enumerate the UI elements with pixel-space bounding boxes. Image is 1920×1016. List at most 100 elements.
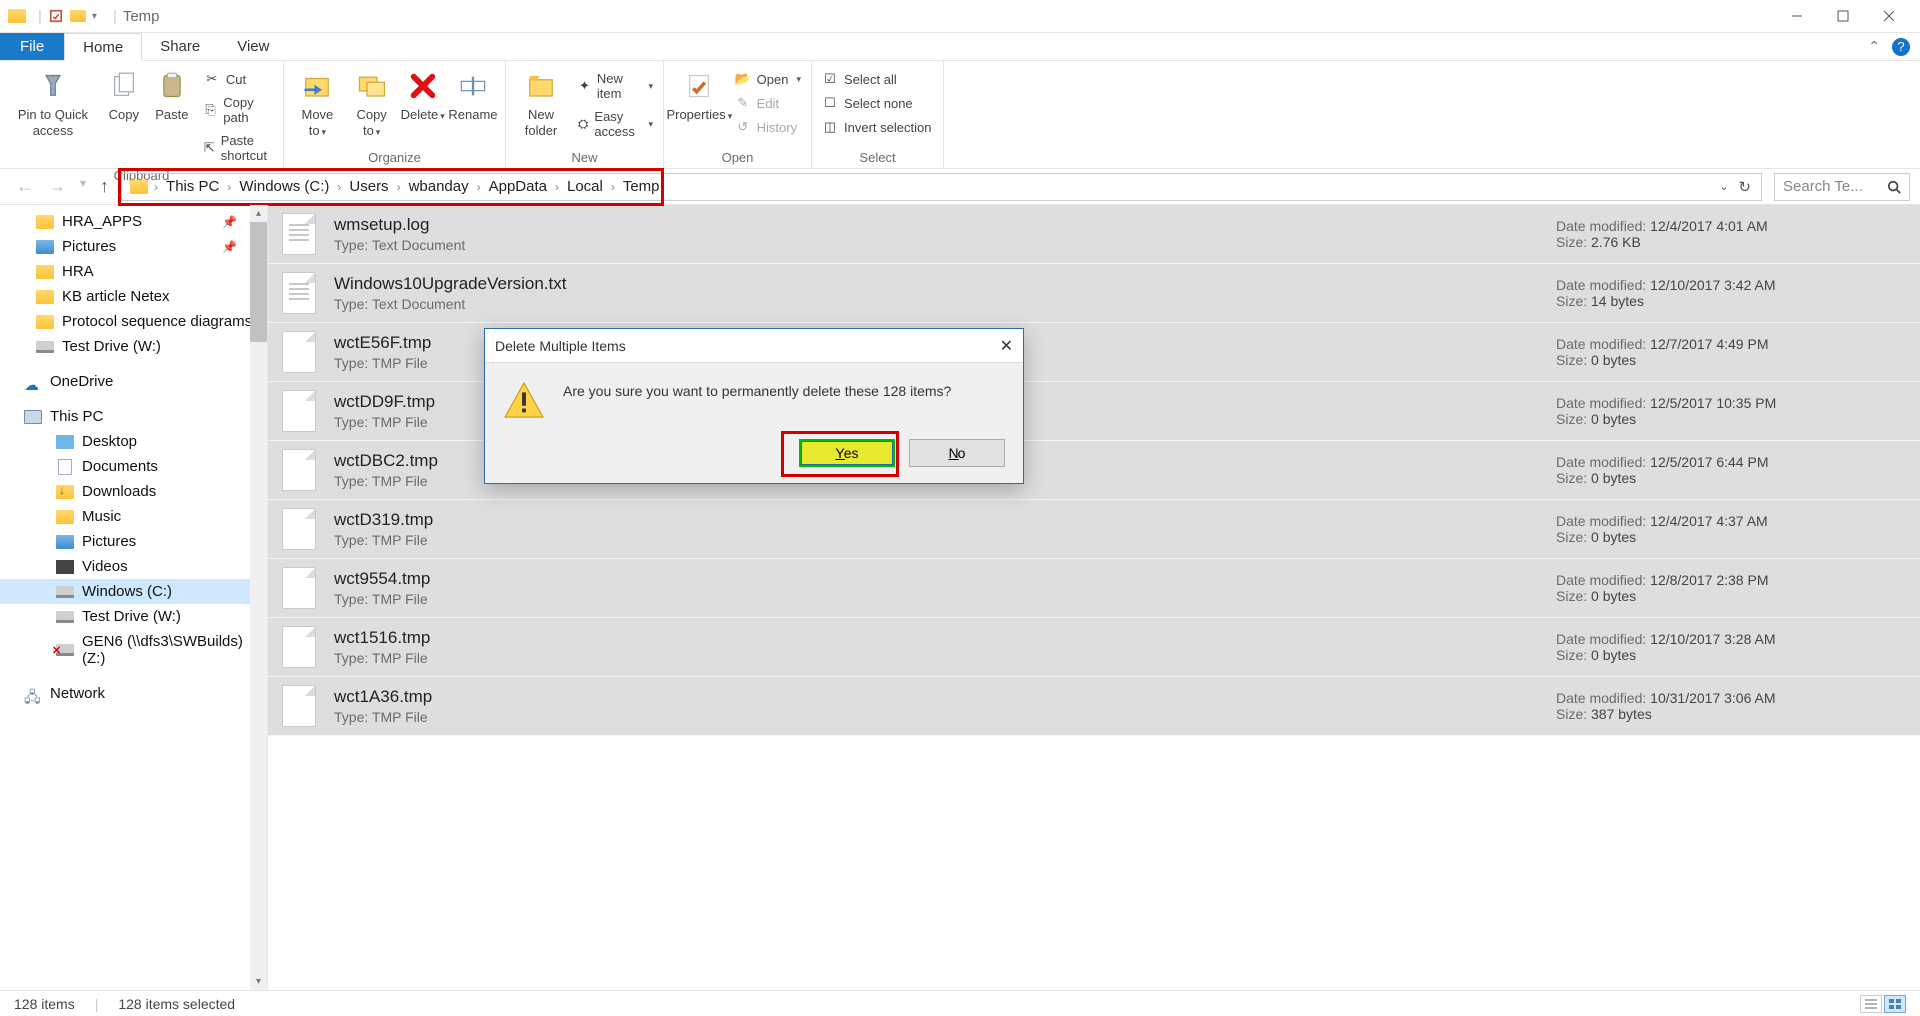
paste-icon: [155, 69, 189, 103]
copy-to-button[interactable]: Copy to▾: [345, 69, 399, 138]
paste-shortcut-button[interactable]: ⇱Paste shortcut: [200, 131, 277, 165]
view-tab[interactable]: View: [219, 33, 288, 60]
address-dropdown-icon[interactable]: ⌄: [1719, 180, 1728, 193]
tree-item[interactable]: Pictures: [0, 529, 267, 554]
chevron-right-icon[interactable]: ›: [609, 180, 617, 194]
nav-up-button[interactable]: ↑: [100, 176, 109, 197]
file-row[interactable]: wctD319.tmp Type: TMP File Date modified…: [268, 500, 1920, 559]
qat-properties-icon[interactable]: [48, 8, 64, 24]
nav-recent-dropdown[interactable]: ▾: [80, 176, 86, 197]
scroll-thumb[interactable]: [250, 222, 267, 342]
move-to-button[interactable]: Move to▾: [290, 69, 345, 138]
tree-item[interactable]: HRA: [0, 259, 267, 284]
copy-button[interactable]: Copy: [100, 69, 148, 123]
address-bar[interactable]: › This PC›Windows (C:)›Users›wbanday›App…: [121, 173, 1762, 201]
file-tab[interactable]: File: [0, 33, 64, 60]
tree-item[interactable]: GEN6 (\\dfs3\SWBuilds) (Z:): [0, 629, 267, 671]
file-modified: Date modified: 12/10/2017 3:28 AM: [1556, 631, 1906, 647]
tree-item-label: OneDrive: [50, 373, 113, 390]
file-row[interactable]: wmsetup.log Type: Text Document Date mod…: [268, 205, 1920, 264]
breadcrumb-segment[interactable]: Windows (C:): [233, 178, 335, 195]
ribbon-collapse-icon[interactable]: ⌃: [1868, 38, 1880, 55]
properties-button[interactable]: Properties▾: [670, 69, 729, 123]
tree-item[interactable]: Pictures📌: [0, 234, 267, 259]
qat-folder-icon[interactable]: [70, 10, 86, 22]
paste-button[interactable]: Paste: [148, 69, 196, 123]
chevron-right-icon[interactable]: ›: [225, 180, 233, 194]
history-icon: ↺: [735, 119, 751, 135]
rename-button[interactable]: Rename: [447, 69, 499, 123]
chevron-right-icon[interactable]: ›: [553, 180, 561, 194]
qat-dropdown-icon[interactable]: ▾: [92, 11, 97, 22]
home-tab[interactable]: Home: [64, 33, 142, 61]
file-row[interactable]: wct9554.tmp Type: TMP File Date modified…: [268, 559, 1920, 618]
file-name: wctD319.tmp: [334, 510, 1538, 530]
maximize-button[interactable]: [1820, 0, 1866, 32]
address-folder-icon: [130, 180, 148, 194]
tree-item[interactable]: Protocol sequence diagrams: [0, 309, 267, 334]
new-folder-button[interactable]: New folder: [512, 69, 570, 138]
search-placeholder: Search Te...: [1783, 178, 1863, 195]
scroll-down-icon[interactable]: ▾: [250, 973, 267, 990]
new-item-button[interactable]: ✦New item▾: [574, 69, 657, 103]
cut-button[interactable]: ✂Cut: [200, 69, 277, 89]
tree-item[interactable]: Music: [0, 504, 267, 529]
nav-back-button[interactable]: ←: [16, 176, 34, 197]
file-row[interactable]: Windows10UpgradeVersion.txt Type: Text D…: [268, 264, 1920, 323]
scissors-icon: ✂: [204, 71, 220, 87]
new-folder-icon: [524, 69, 558, 103]
copy-path-button[interactable]: ⎘Copy path: [200, 93, 277, 127]
file-modified: Date modified: 12/8/2017 2:38 PM: [1556, 572, 1906, 588]
file-size: Size: 0 bytes: [1556, 352, 1906, 368]
large-icons-view-button[interactable]: [1884, 995, 1906, 1013]
pictures-icon: [56, 534, 74, 550]
scroll-up-icon[interactable]: ▴: [250, 205, 267, 222]
breadcrumb-segment[interactable]: This PC: [160, 178, 225, 195]
easy-access-button[interactable]: ⛭Easy access▾: [574, 107, 657, 141]
select-all-button[interactable]: ☑Select all: [818, 69, 935, 89]
tree-item[interactable]: Test Drive (W:): [0, 604, 267, 629]
details-view-button[interactable]: [1860, 995, 1882, 1013]
tree-item[interactable]: Windows (C:): [0, 579, 267, 604]
tree-item[interactable]: Test Drive (W:): [0, 334, 267, 359]
breadcrumb-segment[interactable]: Local: [561, 178, 609, 195]
help-icon[interactable]: ?: [1892, 38, 1910, 56]
nav-forward-button[interactable]: →: [48, 176, 66, 197]
invert-selection-button[interactable]: ◫Invert selection: [818, 117, 935, 137]
share-tab[interactable]: Share: [142, 33, 219, 60]
tree-item[interactable]: KB article Netex: [0, 284, 267, 309]
breadcrumb-segment[interactable]: Users: [343, 178, 394, 195]
tree-item[interactable]: ↓Downloads: [0, 479, 267, 504]
documents-icon: [56, 459, 74, 475]
tree-scrollbar[interactable]: ▴ ▾: [250, 205, 267, 990]
tree-item[interactable]: Documents: [0, 454, 267, 479]
chevron-right-icon[interactable]: ›: [475, 180, 483, 194]
pc-icon: [24, 409, 42, 425]
search-input[interactable]: Search Te...: [1774, 173, 1910, 201]
tree-item[interactable]: ☁OneDrive: [0, 369, 267, 394]
open-button[interactable]: 📂Open▾: [731, 69, 805, 89]
chevron-right-icon[interactable]: ›: [395, 180, 403, 194]
copy-path-icon: ⎘: [204, 102, 217, 118]
breadcrumb-segment[interactable]: Temp: [617, 178, 666, 195]
dialog-close-button[interactable]: ✕: [1000, 336, 1013, 356]
chevron-right-icon[interactable]: ›: [335, 180, 343, 194]
delete-button[interactable]: Delete▾: [399, 69, 447, 123]
pin-to-quick-access-button[interactable]: Pin to Quick access: [6, 69, 100, 138]
minimize-button[interactable]: [1774, 0, 1820, 32]
tree-item[interactable]: Desktop: [0, 429, 267, 454]
select-none-button[interactable]: ☐Select none: [818, 93, 935, 113]
tree-item[interactable]: Videos: [0, 554, 267, 579]
no-button[interactable]: No: [909, 439, 1005, 467]
tree-item[interactable]: HRA_APPS📌: [0, 209, 267, 234]
file-name: wct1516.tmp: [334, 628, 1538, 648]
close-button[interactable]: [1866, 0, 1912, 32]
tree-item[interactable]: 🖧Network: [0, 681, 267, 706]
chevron-right-icon[interactable]: ›: [152, 180, 160, 194]
file-row[interactable]: wct1A36.tmp Type: TMP File Date modified…: [268, 677, 1920, 736]
breadcrumb-segment[interactable]: wbanday: [403, 178, 475, 195]
tree-item[interactable]: This PC: [0, 404, 267, 429]
file-row[interactable]: wct1516.tmp Type: TMP File Date modified…: [268, 618, 1920, 677]
breadcrumb-segment[interactable]: AppData: [483, 178, 553, 195]
refresh-button[interactable]: ↻: [1738, 178, 1751, 196]
